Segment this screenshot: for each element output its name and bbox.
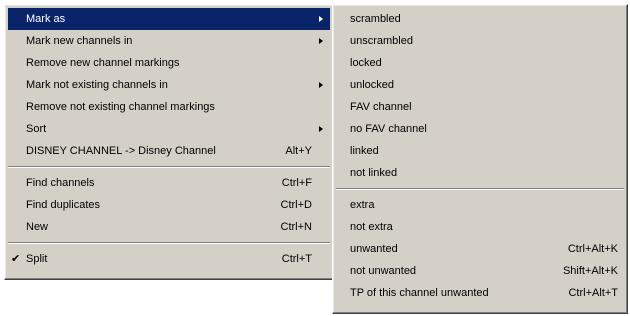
- menu-item-label: not linked: [350, 167, 398, 179]
- menu-item-shortcut: Ctrl+F: [281, 177, 312, 189]
- menu-item-mark-new-channels-in[interactable]: Mark new channels in: [8, 30, 330, 52]
- submenu-item-unscrambled[interactable]: unscrambled: [336, 30, 624, 52]
- menu-item-rename-channel[interactable]: DISNEY CHANNEL -> Disney Channel Alt+Y: [8, 140, 330, 162]
- menu-item-label: Mark as: [26, 13, 66, 25]
- menu-item-label: scrambled: [350, 13, 401, 25]
- menu-item-find-channels[interactable]: Find channels Ctrl+F: [8, 172, 330, 194]
- menu-separator: [336, 188, 624, 190]
- menu-item-label: unscrambled: [350, 35, 413, 47]
- submenu-arrow-icon: [319, 38, 323, 44]
- submenu-item-not-unwanted[interactable]: not unwanted Shift+Alt+K: [336, 260, 624, 282]
- menu-item-shortcut: Ctrl+T: [281, 253, 312, 265]
- menu-item-label: unwanted: [350, 243, 398, 255]
- menu-item-label: locked: [350, 57, 382, 69]
- menu-item-label: New: [26, 221, 49, 233]
- menu-item-label: Remove not existing channel markings: [26, 101, 215, 113]
- menu-item-remove-not-existing-channel-markings[interactable]: Remove not existing channel markings: [8, 96, 330, 118]
- menu-item-label: FAV channel: [350, 101, 412, 113]
- submenu-item-fav-channel[interactable]: FAV channel: [336, 96, 624, 118]
- menu-item-label: Split: [26, 253, 48, 265]
- menu-item-shortcut: Shift+Alt+K: [562, 265, 618, 277]
- menu-item-label: TP of this channel unwanted: [350, 287, 489, 299]
- submenu-arrow-icon: [319, 126, 323, 132]
- submenu-item-unwanted[interactable]: unwanted Ctrl+Alt+K: [336, 238, 624, 260]
- checkmark-icon: ✔: [11, 253, 21, 265]
- menu-item-mark-not-existing-channels-in[interactable]: Mark not existing channels in: [8, 74, 330, 96]
- menu-item-label: Mark not existing channels in: [26, 79, 168, 91]
- menu-separator: [8, 166, 330, 168]
- submenu-item-tp-unwanted[interactable]: TP of this channel unwanted Ctrl+Alt+T: [336, 282, 624, 304]
- menu-item-label: unlocked: [350, 79, 395, 91]
- menu-item-shortcut: Alt+Y: [285, 145, 312, 157]
- menu-item-find-duplicates[interactable]: Find duplicates Ctrl+D: [8, 194, 330, 216]
- submenu-item-no-fav-channel[interactable]: no FAV channel: [336, 118, 624, 140]
- submenu-item-linked[interactable]: linked: [336, 140, 624, 162]
- menu-item-label: Sort: [26, 123, 47, 135]
- menu-item-mark-as[interactable]: Mark as: [8, 8, 330, 30]
- menu-item-label: not extra: [350, 221, 393, 233]
- mark-as-submenu: scrambled unscrambled locked unlocked FA…: [332, 4, 628, 314]
- submenu-arrow-icon: [319, 82, 323, 88]
- menu-item-label: DISNEY CHANNEL -> Disney Channel: [26, 145, 216, 157]
- submenu-item-not-extra[interactable]: not extra: [336, 216, 624, 238]
- menu-item-shortcut: Ctrl+Alt+K: [567, 243, 618, 255]
- menu-item-label: extra: [350, 199, 375, 211]
- submenu-arrow-icon: [319, 16, 323, 22]
- menu-item-new[interactable]: New Ctrl+N: [8, 216, 330, 238]
- context-menu: Mark as Mark new channels in Remove new …: [4, 4, 334, 280]
- menu-item-shortcut: Ctrl+Alt+T: [568, 287, 618, 299]
- menu-item-sort[interactable]: Sort: [8, 118, 330, 140]
- submenu-item-not-linked[interactable]: not linked: [336, 162, 624, 184]
- menu-separator: [8, 242, 330, 244]
- menu-item-remove-new-channel-markings[interactable]: Remove new channel markings: [8, 52, 330, 74]
- menu-item-shortcut: Ctrl+N: [280, 221, 312, 233]
- menu-item-split[interactable]: ✔ Split Ctrl+T: [8, 248, 330, 270]
- menu-item-label: no FAV channel: [350, 123, 427, 135]
- submenu-item-extra[interactable]: extra: [336, 194, 624, 216]
- menu-item-shortcut: Ctrl+D: [280, 199, 312, 211]
- menu-item-label: Find duplicates: [26, 199, 100, 211]
- menu-item-label: Find channels: [26, 177, 95, 189]
- menu-item-label: Mark new channels in: [26, 35, 133, 47]
- menu-item-label: linked: [350, 145, 379, 157]
- menu-item-label: not unwanted: [350, 265, 417, 277]
- menu-item-label: Remove new channel markings: [26, 57, 180, 69]
- submenu-item-unlocked[interactable]: unlocked: [336, 74, 624, 96]
- submenu-item-scrambled[interactable]: scrambled: [336, 8, 624, 30]
- submenu-item-locked[interactable]: locked: [336, 52, 624, 74]
